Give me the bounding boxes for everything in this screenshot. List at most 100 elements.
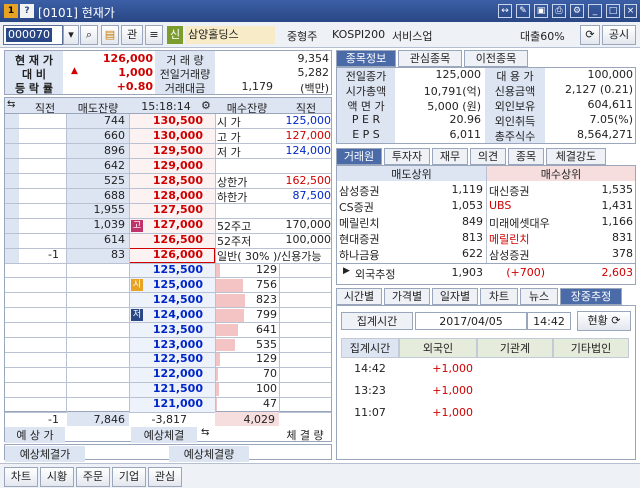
company-button[interactable]: 기업	[112, 467, 146, 487]
bid-price[interactable]: 122,500	[129, 352, 203, 365]
sell-broker[interactable]: 메릴린치	[339, 215, 419, 231]
buy-broker[interactable]: UBS	[489, 199, 579, 212]
orderbook-time: 15:18:14	[141, 100, 191, 113]
folder-icon[interactable]: ▤	[101, 25, 119, 45]
ask-info-value: 125,000	[285, 114, 332, 127]
tab-chart[interactable]: 차트	[480, 288, 518, 305]
intraday-panel: 집계시간 2017/04/05 14:42 현황 ⟳ 집계시간 외국인 기관계 기타법…	[336, 305, 636, 460]
buy-broker[interactable]: 삼성증권	[489, 247, 579, 263]
ask-price[interactable]: 129,000	[129, 159, 203, 172]
status-button[interactable]: 현황 ⟳	[577, 311, 631, 331]
intraday-time: 13:23	[354, 384, 386, 397]
notice-button[interactable]: 공시	[602, 25, 636, 45]
swap-icon[interactable]: ⇆	[7, 99, 15, 110]
ask-info-value: 87,500	[292, 188, 332, 202]
credit-badge: 신	[167, 26, 183, 44]
info-value: 5,000 (원)	[427, 100, 481, 113]
ask-price[interactable]: 126,500	[129, 233, 203, 246]
info-value: 8,564,271	[577, 128, 633, 141]
info-label: E P S	[337, 128, 395, 143]
interest-button[interactable]: 관	[121, 25, 143, 45]
bid-qty: 100	[256, 382, 277, 396]
expected-exec-label: 예상체결	[131, 427, 197, 443]
buy-broker[interactable]: 대신증권	[489, 183, 579, 199]
intraday-time: 11:07	[354, 406, 386, 419]
buy-qty: 378	[612, 247, 633, 260]
sell-broker[interactable]: CS증권	[339, 199, 419, 215]
tab-prev-stock[interactable]: 이전종목	[464, 50, 528, 67]
settings-icon[interactable]: ⚙	[570, 4, 584, 18]
ask-price[interactable]: 128,000	[129, 189, 203, 202]
bid-price[interactable]: 122,000	[129, 367, 203, 380]
tab-by-price[interactable]: 가격별	[384, 288, 430, 305]
capture-icon[interactable]: ▣	[534, 4, 548, 18]
price-summary: 현 재 가 대 비 등 락 률 126,000 ▲ 1,000 +0.80 거 …	[4, 50, 332, 95]
gear-icon[interactable]: ⚙	[201, 99, 211, 112]
bid-price[interactable]: 121,500	[129, 382, 203, 395]
bid-qty: 641	[256, 322, 277, 336]
sell-qty: 622	[462, 247, 483, 260]
tab-news[interactable]: 뉴스	[520, 288, 558, 305]
sell-qty: 1,119	[451, 183, 484, 196]
tab-finance[interactable]: 재무	[432, 148, 468, 165]
window-title: [0101] 현재가	[38, 6, 115, 20]
tab-strength[interactable]: 체결강도	[546, 148, 606, 165]
refresh-icon[interactable]: ⟳	[580, 25, 600, 45]
close-icon[interactable]: ×	[624, 4, 637, 18]
intraday-header: 기타법인	[553, 338, 629, 358]
print-icon[interactable]: ⎙	[552, 4, 566, 18]
buy-qty: 1,431	[601, 199, 634, 212]
agg-clock: 14:42	[527, 312, 571, 330]
ask-price[interactable]: 127,500	[129, 203, 203, 216]
tab-by-day[interactable]: 일자별	[432, 288, 478, 305]
ask-price[interactable]: 130,500	[129, 114, 203, 127]
ask-price[interactable]: 130,000	[129, 129, 203, 142]
toggle-icon[interactable]: ⇆	[201, 427, 209, 438]
bid-price[interactable]: 125,500	[129, 263, 203, 276]
interest-bottom-button[interactable]: 관심	[148, 467, 182, 487]
link-icon[interactable]: ↔	[498, 4, 512, 18]
amount: 1,179	[241, 80, 274, 93]
order-button[interactable]: 주문	[76, 467, 110, 487]
bid-price[interactable]: 123,000	[129, 338, 203, 351]
memo-icon[interactable]: ✎	[516, 4, 530, 18]
amount-unit: (백만)	[300, 82, 329, 95]
tab-investor[interactable]: 투자자	[384, 148, 430, 165]
search-icon[interactable]: ⌕	[80, 25, 98, 45]
tab-opinion[interactable]: 의견	[470, 148, 506, 165]
bid-price[interactable]: 123,500	[129, 323, 203, 336]
ask-price[interactable]: 129,500	[129, 144, 203, 157]
tab-stock-info[interactable]: 종목정보	[336, 50, 396, 67]
buy-broker[interactable]: 미래에셋대우	[489, 215, 579, 231]
tab-watchlist[interactable]: 관심종목	[398, 50, 462, 67]
maximize-icon[interactable]: □	[606, 4, 620, 18]
expected-bar: 예상체결가 예상체결량	[4, 444, 332, 462]
market-button[interactable]: 시황	[40, 467, 74, 487]
info-value: 125,000	[435, 68, 482, 81]
code-input[interactable]: 000070	[3, 25, 63, 45]
bid-price[interactable]: 121,000	[129, 397, 203, 410]
window-number-icon[interactable]: 1	[4, 4, 18, 18]
buy-broker[interactable]: 메릴린치	[489, 231, 579, 247]
code-dropdown-icon[interactable]: ▾	[63, 25, 79, 45]
chart-button[interactable]: 차트	[4, 467, 38, 487]
sell-broker[interactable]: 하나금융	[339, 247, 419, 263]
ask-info-value: 170,000	[285, 218, 332, 232]
stack-icon[interactable]: ≡	[145, 25, 163, 45]
tab-intraday[interactable]: 장중추정	[560, 288, 622, 305]
help-icon[interactable]: ?	[20, 4, 34, 18]
ask-price[interactable]: 128,500	[129, 174, 203, 187]
bid-price[interactable]: 124,500	[129, 293, 203, 306]
total-prev: -1	[48, 413, 59, 426]
intraday-header: 집계시간	[341, 338, 399, 358]
minimize-icon[interactable]: _	[588, 4, 602, 18]
tab-stock[interactable]: 종목	[508, 148, 544, 165]
info-value: 100,000	[587, 68, 634, 81]
tab-by-time[interactable]: 시간별	[336, 288, 382, 305]
sell-broker[interactable]: 삼성증권	[339, 183, 419, 199]
tab-broker[interactable]: 거래원	[336, 148, 382, 165]
info-label: 액 면 가	[337, 98, 395, 113]
high-badge: 고	[131, 220, 143, 233]
total-ask-qty: 7,846	[93, 413, 126, 426]
sell-broker[interactable]: 현대증권	[339, 231, 419, 247]
